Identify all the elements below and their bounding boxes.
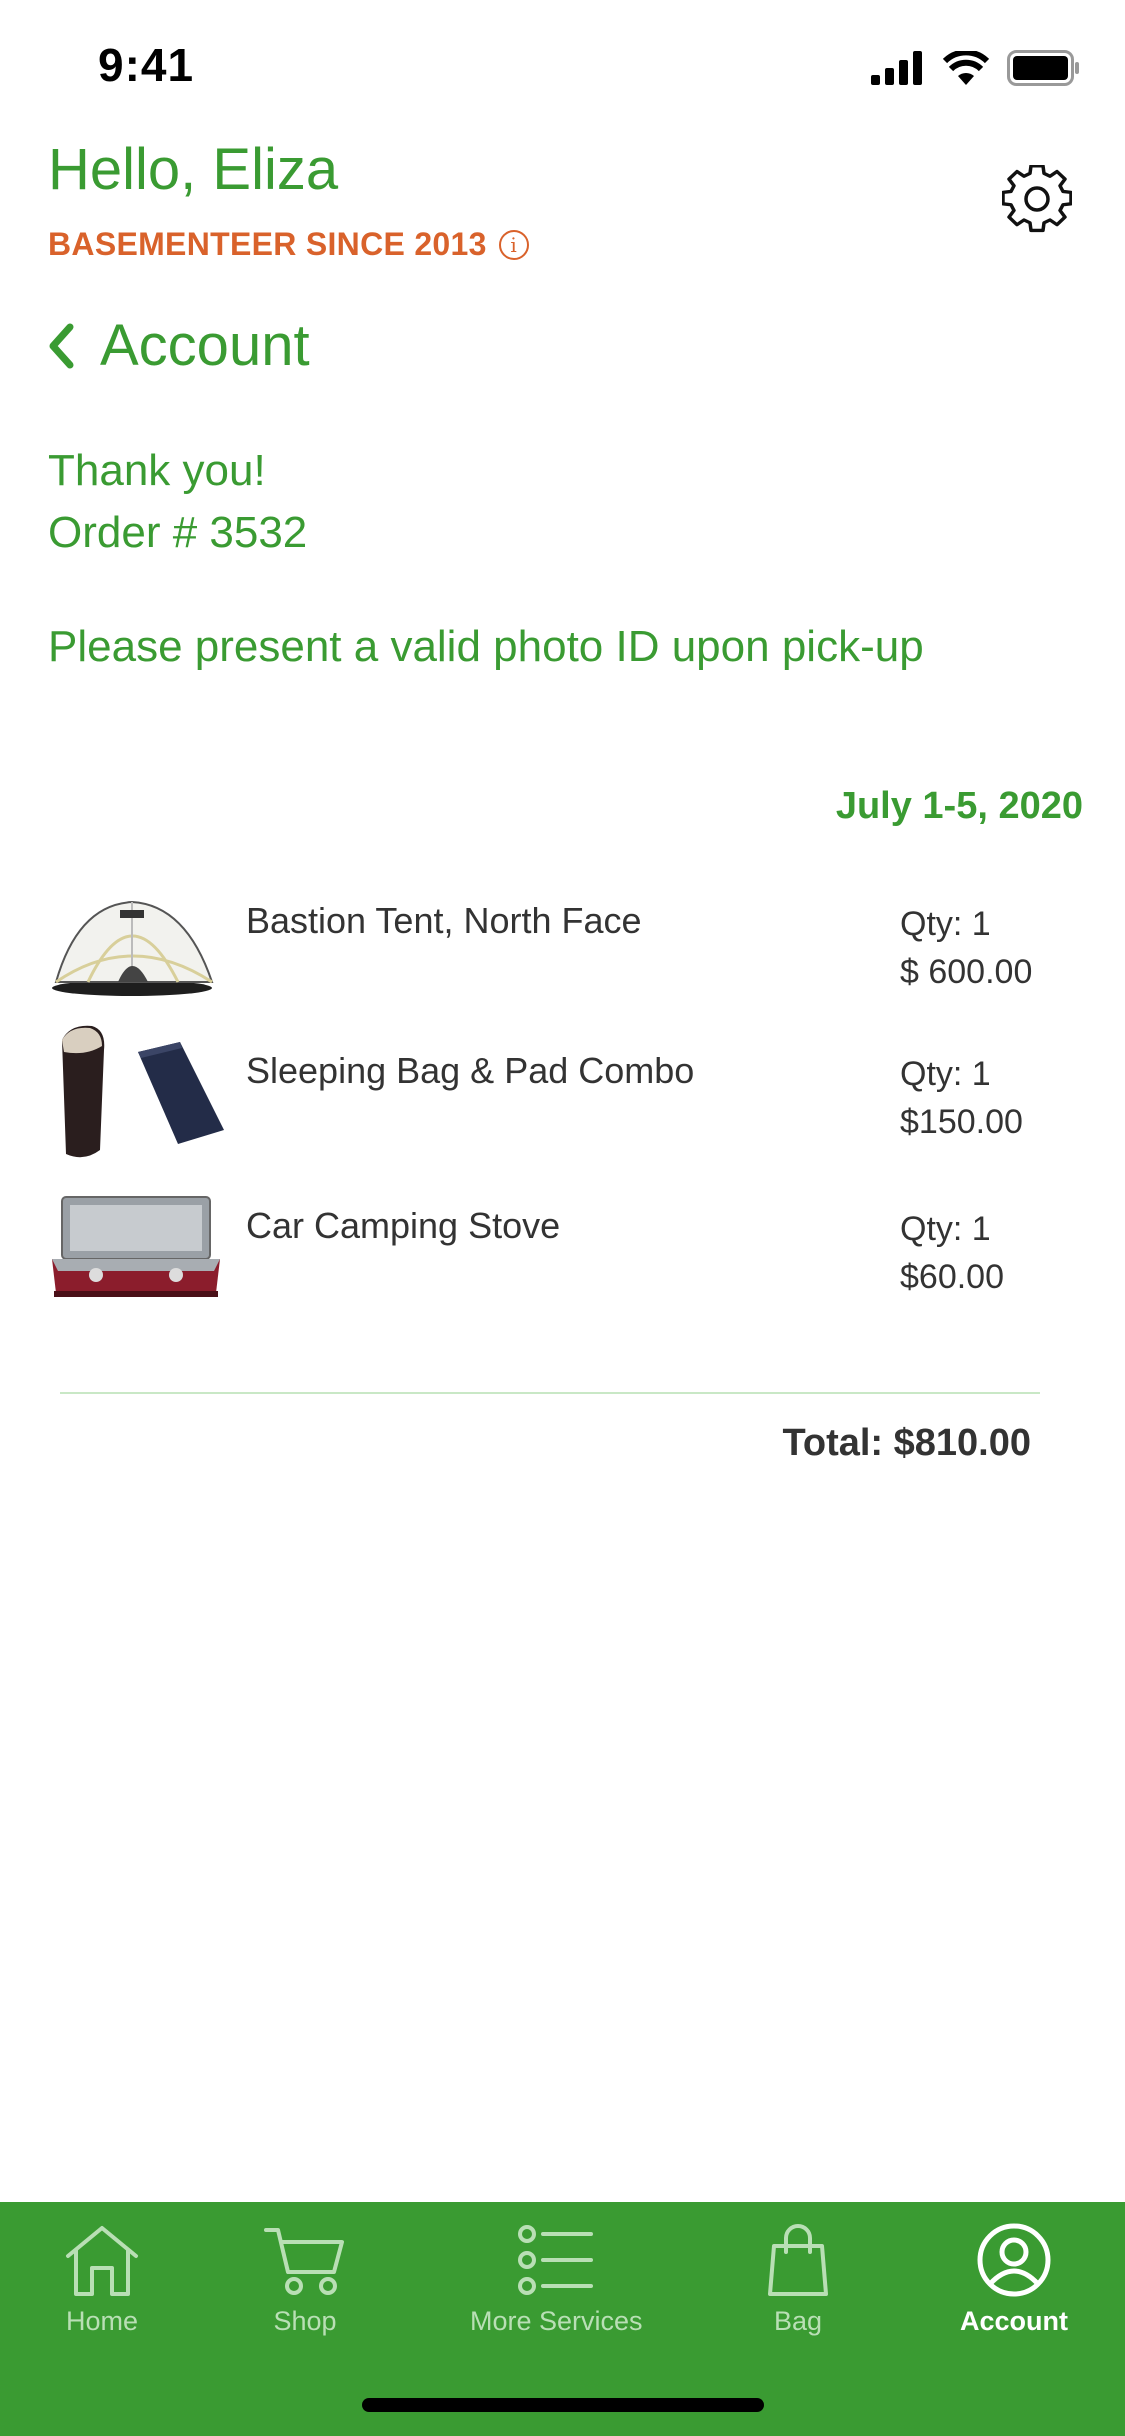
- home-indicator[interactable]: [362, 2398, 764, 2412]
- tab-home[interactable]: Home: [62, 2222, 142, 2337]
- member-since-badge: BASEMENTEER SINCE 2013 i: [48, 226, 529, 263]
- list-item[interactable]: Bastion Tent, North Face Qty: 1 $ 600.00: [48, 870, 1078, 1010]
- list-icon: [518, 2225, 594, 2295]
- item-name: Sleeping Bag & Pad Combo: [246, 1050, 695, 1091]
- chevron-left-icon: [49, 323, 74, 368]
- sleeping-bag-image: [62, 1025, 224, 1158]
- status-time: 9:41: [98, 39, 195, 91]
- item-qty-price: Qty: 1 $60.00: [900, 1205, 1004, 1301]
- back-label: Account: [100, 313, 310, 378]
- list-item[interactable]: Car Camping Stove Qty: 1 $60.00: [48, 1175, 1078, 1315]
- rental-dates: July 1-5, 2020: [835, 785, 1083, 827]
- item-qty: Qty: 1: [900, 1210, 991, 1248]
- tab-label: Bag: [773, 2306, 823, 2336]
- item-qty-price: Qty: 1 $ 600.00: [900, 900, 1032, 996]
- tab-label: Shop: [273, 2306, 337, 2336]
- list-item[interactable]: Sleeping Bag & Pad Combo Qty: 1 $150.00: [48, 1020, 1078, 1160]
- stove-image: [52, 1196, 220, 1297]
- item-name: Bastion Tent, North Face: [246, 900, 642, 941]
- wifi-icon: [943, 51, 989, 85]
- bag-icon: [768, 2224, 828, 2296]
- signal-icon: [871, 51, 922, 85]
- cart-icon: [264, 2228, 344, 2295]
- item-qty: Qty: 1: [900, 1055, 991, 1093]
- status-icons: [871, 50, 1081, 86]
- tab-more-services[interactable]: More Services: [470, 2222, 643, 2337]
- order-number: Order # 3532: [48, 508, 308, 557]
- item-price: $150.00: [900, 1103, 1023, 1141]
- item-qty: Qty: 1: [900, 905, 991, 943]
- greeting: Hello, Eliza: [48, 137, 339, 202]
- tab-bag[interactable]: Bag: [766, 2222, 830, 2337]
- item-qty-price: Qty: 1 $150.00: [900, 1050, 1023, 1146]
- order-total: Total: $810.00: [782, 1422, 1031, 1464]
- item-price: $ 600.00: [900, 953, 1033, 991]
- member-since-label: BASEMENTEER SINCE 2013: [48, 226, 487, 262]
- info-icon[interactable]: i: [498, 229, 529, 260]
- pickup-notice: Please present a valid photo ID upon pic…: [48, 622, 924, 671]
- battery-icon: [1007, 50, 1079, 86]
- home-icon: [66, 2226, 138, 2296]
- divider: [60, 1392, 1040, 1394]
- gear-icon[interactable]: [1002, 165, 1072, 235]
- back-button[interactable]: Account: [48, 312, 310, 379]
- tab-label: Home: [65, 2306, 139, 2336]
- tab-shop[interactable]: Shop: [262, 2222, 348, 2337]
- tab-label: More Services: [470, 2306, 643, 2336]
- item-name: Car Camping Stove: [246, 1205, 561, 1246]
- tent-image: [52, 900, 214, 996]
- tab-label: Account: [960, 2306, 1068, 2336]
- tab-account[interactable]: Account: [960, 2222, 1068, 2337]
- item-price: $60.00: [900, 1258, 1004, 1296]
- account-icon: [977, 2223, 1051, 2297]
- confirmation-block: Thank you! Order # 3532: [48, 440, 307, 564]
- thank-you-text: Thank you!: [48, 446, 266, 495]
